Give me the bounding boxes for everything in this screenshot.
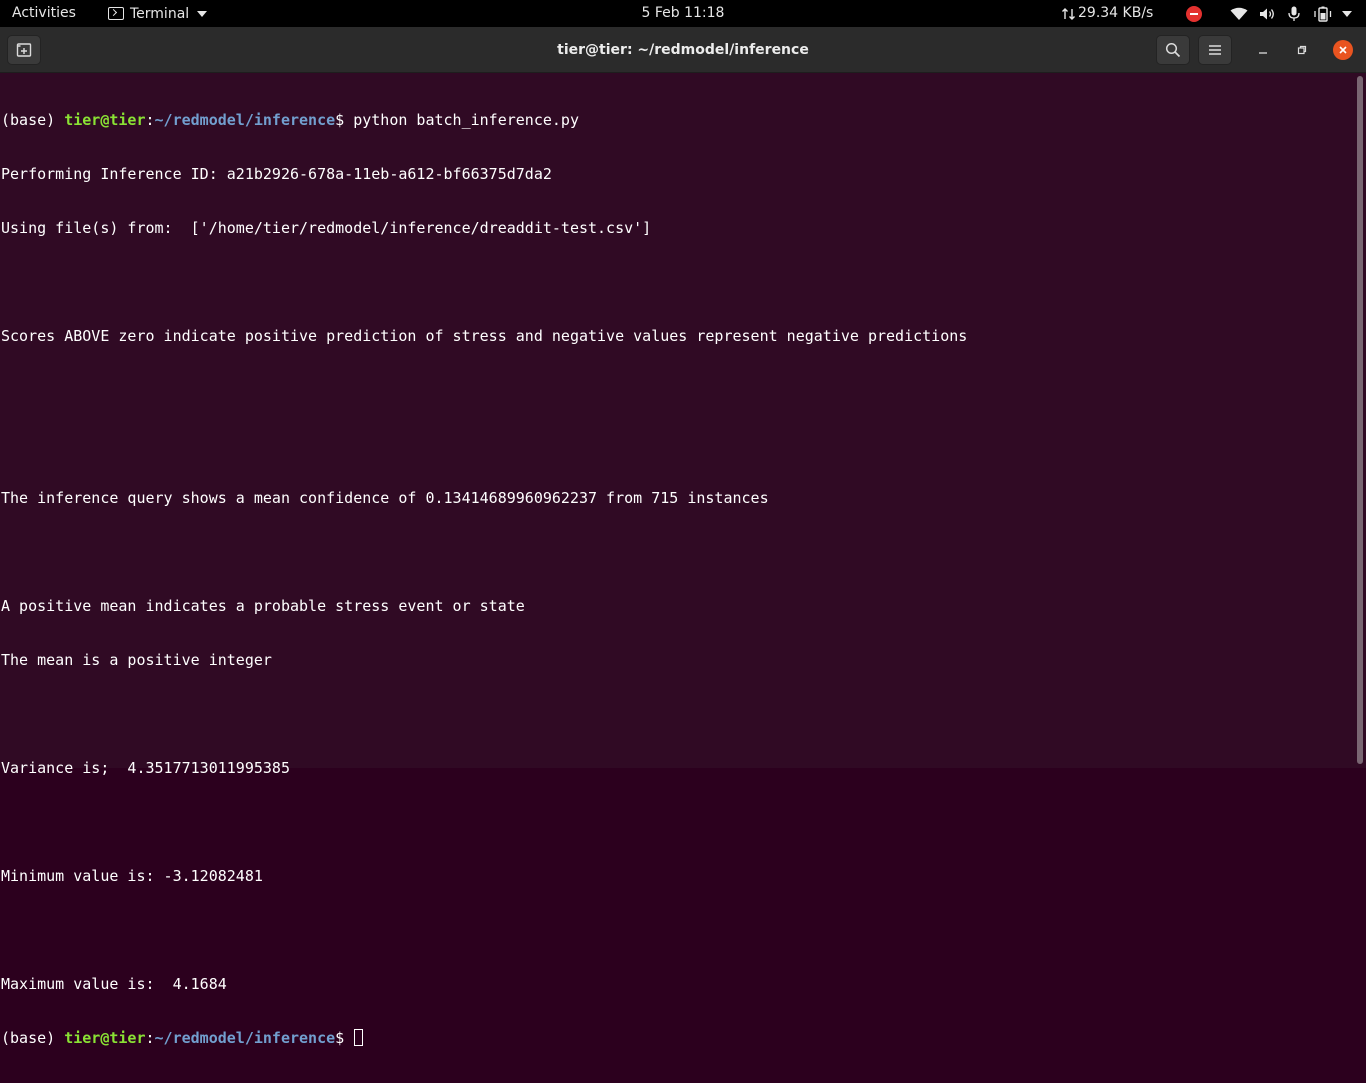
hamburger-menu-button[interactable] <box>1198 35 1232 65</box>
close-icon <box>1339 46 1347 54</box>
scrollbar-thumb[interactable] <box>1357 76 1363 764</box>
top-bar: Activities Terminal 5 Feb 11:18 29.34 KB… <box>0 0 1366 27</box>
minimize-icon <box>1259 52 1267 54</box>
close-button[interactable] <box>1333 40 1353 60</box>
microphone-icon <box>1288 6 1300 21</box>
activities-button[interactable]: Activities <box>12 0 76 27</box>
output-line: Performing Inference ID: a21b2926-678a-1… <box>1 165 552 183</box>
hamburger-menu-icon <box>1209 45 1221 55</box>
app-menu-button[interactable]: Terminal <box>108 0 208 27</box>
command-text: python batch_inference.py <box>353 111 579 129</box>
chevron-down-icon <box>197 10 208 17</box>
prompt-path: ~/redmodel/inference <box>154 111 336 129</box>
restore-icon <box>1297 45 1307 55</box>
prompt-env: (base) <box>1 111 65 129</box>
volume-indicator[interactable] <box>1256 0 1278 27</box>
output-line: Using file(s) from: ['/home/tier/redmode… <box>1 219 652 237</box>
network-transfer-icon <box>1062 7 1075 20</box>
output-line: Scores ABOVE zero indicate positive pred… <box>1 327 968 345</box>
output-line: A positive mean indicates a probable str… <box>1 597 525 615</box>
battery-icon <box>1314 6 1332 22</box>
wifi-indicator[interactable] <box>1228 0 1250 27</box>
prompt-env: (base) <box>1 1029 65 1047</box>
prompt-separator: : <box>145 1029 155 1047</box>
terminal-scrollbar[interactable] <box>1356 74 1364 766</box>
battery-indicator[interactable] <box>1312 0 1334 27</box>
prompt-dollar: $ <box>335 1029 354 1047</box>
maximize-button[interactable] <box>1292 40 1312 60</box>
system-menu-caret-icon <box>1342 10 1352 17</box>
output-line: The mean is a positive integer <box>1 651 272 669</box>
terminal-output[interactable]: (base) tier@tier:~/redmodel/inference$ p… <box>1 74 1353 1047</box>
prompt-separator: : <box>145 111 155 129</box>
app-menu-label: Terminal <box>130 5 190 22</box>
volume-icon <box>1259 8 1274 19</box>
output-line: Variance is; 4.3517713011995385 <box>1 759 290 777</box>
minimize-button[interactable] <box>1253 40 1273 60</box>
prompt-line: (base) tier@tier:~/redmodel/inference$ <box>1 1029 1353 1047</box>
system-menu-button[interactable] <box>1338 0 1354 27</box>
prompt-dollar: $ <box>335 111 354 129</box>
do-not-disturb-indicator[interactable] <box>1184 0 1204 27</box>
output-line: Minimum value is: -3.12082481 <box>1 867 263 885</box>
terminal-icon <box>108 7 124 20</box>
activities-label: Activities <box>12 5 76 21</box>
search-icon <box>1165 42 1181 58</box>
net-speed-value: 29.34 KB/s <box>1078 5 1154 21</box>
header-bar: tier@tier: ~/redmodel/inference <box>0 27 1366 73</box>
prompt-user-host: tier@tier <box>64 111 146 129</box>
command-line: (base) tier@tier:~/redmodel/inference$ p… <box>1 111 1353 129</box>
clock-button[interactable]: 5 Feb 11:18 <box>642 5 725 21</box>
window-title: tier@tier: ~/redmodel/inference <box>557 42 809 58</box>
microphone-indicator[interactable] <box>1284 0 1304 27</box>
net-speed-indicator[interactable]: 29.34 KB/s <box>1062 0 1153 27</box>
text-cursor <box>354 1029 364 1046</box>
terminal-window: tier@tier: ~/redmodel/inference (base) t… <box>0 27 1366 1047</box>
output-line: The inference query shows a mean confide… <box>1 489 769 507</box>
new-tab-button[interactable] <box>7 35 41 65</box>
do-not-disturb-icon <box>1186 5 1202 22</box>
wifi-icon <box>1230 7 1248 20</box>
output-line: Maximum value is: 4.1684 <box>1 975 227 993</box>
new-tab-icon <box>16 43 32 57</box>
prompt-user-host: tier@tier <box>64 1029 146 1047</box>
search-button[interactable] <box>1156 35 1190 65</box>
prompt-path: ~/redmodel/inference <box>154 1029 336 1047</box>
